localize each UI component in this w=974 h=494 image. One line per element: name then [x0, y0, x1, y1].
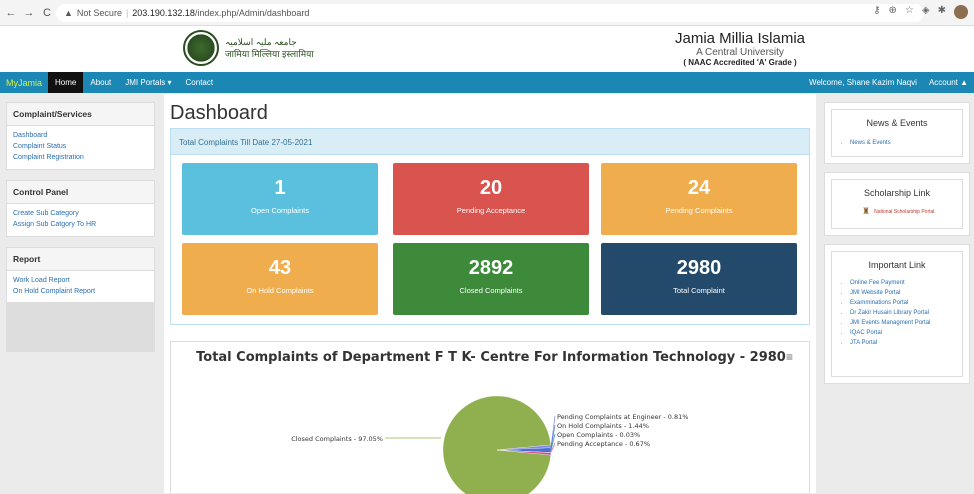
link-complaint-status[interactable]: Complaint Status [7, 141, 154, 152]
control-panel: Control Panel Create Sub Category Assign… [6, 180, 155, 237]
card-value: 2980 [676, 257, 722, 279]
news-link[interactable]: News & Events [850, 140, 952, 146]
seal-icon [183, 30, 219, 66]
card-on-hold[interactable]: 43 On Hold Complaints [182, 243, 378, 315]
naac-grade: ( NAAC Accredited 'A' Grade ) [683, 58, 797, 67]
url-divider: | [125, 8, 129, 18]
reload-icon[interactable]: C [40, 7, 54, 19]
report-panel: Report Work Load Report On Hold Complain… [6, 247, 155, 304]
link-dashboard[interactable]: Dashboard [7, 130, 154, 141]
card-value: 24 [687, 177, 711, 199]
pie-label: On Hold Complaints - 1.44% [557, 422, 649, 430]
card-value: 1 [274, 177, 286, 199]
logo-text-urdu: جامعہ ملیہ اسلامیہ [225, 37, 297, 47]
card-open[interactable]: 1 Open Complaints [182, 163, 378, 235]
pie-slice[interactable] [442, 395, 551, 494]
scholarship-caption: National Scholarship Portal [874, 208, 935, 215]
nav-about[interactable]: About [83, 72, 118, 93]
link-on-hold-report[interactable]: On Hold Complaint Report [7, 286, 154, 297]
pie-label: Open Complaints - 0.03% [557, 431, 640, 439]
important-links-list: Online Fee Payment JMI Website Portal Exam… [832, 274, 962, 356]
panel-title: Control Panel [7, 181, 154, 204]
scholarship-box: Scholarship Link ♜ National Scholarship … [824, 172, 970, 236]
pie-label: Pending Complaints at Engineer - 0.81% [557, 413, 688, 421]
link-assign-sub-category[interactable]: Assign Sub Catgory To HR [7, 219, 154, 230]
news-title: News & Events [866, 118, 928, 128]
forward-icon[interactable]: → [22, 7, 36, 19]
logo-text: جامعہ ملیہ اسلامیہ जामिया मिल्लिया इस्ला… [225, 36, 314, 60]
important-link[interactable]: IQAC Portal [850, 330, 952, 336]
pie-chart: Closed Complaints - 97.05% Pending Compla… [291, 395, 688, 494]
browser-toolbar: ← → C ▲ Not Secure | 203.190.132.18 /ind… [0, 0, 974, 26]
zoom-icon[interactable]: ⊕ [889, 5, 897, 19]
link-create-sub-category[interactable]: Create Sub Category [7, 208, 154, 219]
important-link[interactable]: JTA Portal [850, 340, 952, 346]
nav-contact[interactable]: Contact [179, 72, 221, 93]
important-link[interactable]: JMI Events Managment Portal [850, 320, 952, 326]
warning-icon: ▲ [64, 8, 73, 18]
account-menu[interactable]: Account ▲ [929, 72, 968, 93]
url-path: /index.php/Admin/dashboard [194, 8, 310, 18]
sidebar-footer [6, 302, 155, 352]
pie-label: Pending Acceptance - 0.67% [557, 440, 650, 448]
page-title: Dashboard [170, 102, 268, 124]
chart-panel: Total Complaints of Department F T K- Ce… [170, 341, 810, 494]
puzzle-icon[interactable]: ✱ [938, 5, 946, 19]
main-navbar: MyJamia Home About JMI Portals ▾ Contact… [0, 72, 974, 93]
card-pending[interactable]: 24 Pending Complaints [601, 163, 797, 235]
scholarship-link[interactable]: ♜ National Scholarship Portal [832, 206, 962, 217]
address-bar[interactable]: ▲ Not Secure | 203.190.132.18 /index.php… [56, 4, 924, 22]
stat-cards: 1 Open Complaints 20 Pending Acceptance … [170, 155, 810, 325]
card-label: Pending Complaints [665, 206, 733, 215]
link-complaint-registration[interactable]: Complaint Registration [7, 152, 154, 163]
brand-link[interactable]: MyJamia [0, 78, 48, 88]
scholarship-title: Scholarship Link [863, 188, 931, 198]
back-icon[interactable]: ← [4, 7, 18, 19]
important-link[interactable]: Examminations Portal [850, 300, 952, 306]
key-icon[interactable]: ⚷ [873, 5, 880, 19]
nav-home[interactable]: Home [48, 72, 84, 93]
important-link[interactable]: Dr Zakir Husain Library Portal [850, 310, 952, 316]
important-link[interactable]: JMI Website Portal [850, 290, 952, 296]
card-pending-acceptance[interactable]: 20 Pending Acceptance [393, 163, 589, 235]
card-label: Total Complaint [673, 286, 725, 295]
university-subtitle: A Central University [696, 47, 784, 58]
left-sidebar: Complaint/Services Dashboard Complaint S… [6, 102, 155, 314]
card-label: On Hold Complaints [246, 286, 314, 295]
news-events-box: News & Events News & Events [824, 102, 970, 164]
emblem-icon: ♜ [862, 206, 871, 216]
card-label: Closed Complaints [459, 286, 523, 295]
university-title-block: Jamia Millia Islamia A Central Universit… [670, 30, 810, 67]
complaint-services-panel: Complaint/Services Dashboard Complaint S… [6, 102, 155, 170]
important-links-box: Important Link Online Fee Payment JMI Web… [824, 244, 970, 384]
url-host: 203.190.132.18 [132, 8, 195, 18]
card-value: 43 [268, 257, 292, 279]
panel-title: Report [7, 248, 154, 271]
card-closed[interactable]: 2892 Closed Complaints [393, 243, 589, 315]
profile-avatar[interactable] [954, 5, 968, 19]
card-label: Pending Acceptance [456, 206, 526, 215]
star-icon[interactable]: ☆ [905, 5, 914, 19]
security-label: Not Secure [76, 8, 122, 18]
card-value: 2892 [468, 257, 514, 279]
nav-jmi-portals[interactable]: JMI Portals ▾ [118, 72, 178, 93]
extension-icon[interactable]: ◈ [922, 5, 930, 19]
university-logo[interactable]: جامعہ ملیہ اسلامیہ जामिया मिल्लिया इस्ला… [183, 28, 329, 68]
card-total[interactable]: 2980 Total Complaint [601, 243, 797, 315]
card-label: Open Complaints [251, 206, 309, 215]
pie-label: Closed Complaints - 97.05% [291, 435, 383, 443]
site-header: جامعہ ملیہ اسلامیہ जामिया मिल्लिया इस्ला… [0, 26, 974, 72]
university-name: Jamia Millia Islamia [674, 30, 806, 47]
card-value: 20 [479, 177, 503, 199]
important-link[interactable]: Online Fee Payment [850, 280, 952, 286]
browser-icons: ⚷ ⊕ ☆ ◈ ✱ [873, 5, 968, 19]
total-complaints-bar: Total Complaints Till Date 27-05-2021 [170, 128, 810, 155]
panel-title: Complaint/Services [7, 103, 154, 126]
important-title: Important Link [868, 260, 926, 270]
logo-text-hindi: जामिया मिल्लिया इस्लामिया [225, 49, 314, 59]
main-content: Dashboard Total Complaints Till Date 27-… [164, 94, 816, 494]
welcome-text: Welcome, Shane Kazim Naqvi [809, 78, 917, 87]
link-work-load-report[interactable]: Work Load Report [7, 275, 154, 286]
